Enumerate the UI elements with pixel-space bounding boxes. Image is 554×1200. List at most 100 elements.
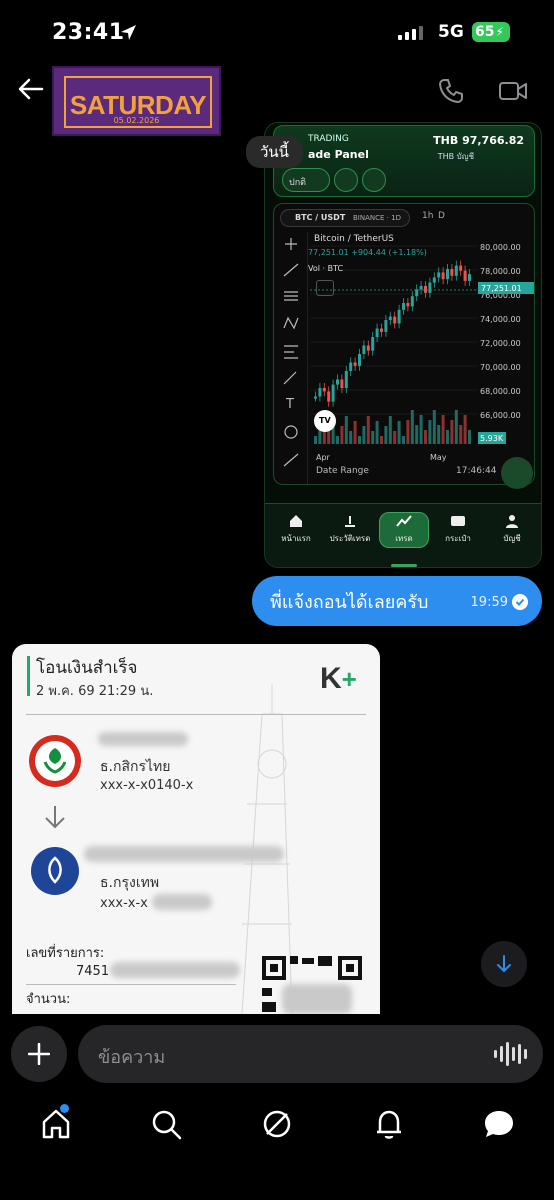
receiver-account: xxx-x-x — [100, 896, 148, 911]
back-arrow-icon[interactable] — [18, 78, 44, 100]
candle — [362, 345, 366, 354]
volume-bar — [371, 431, 375, 444]
chat-support-icon[interactable] — [501, 457, 533, 489]
volume-bar — [459, 425, 463, 444]
nav-account: บัญชี — [487, 514, 537, 545]
mode-button-label: ปกติ — [289, 178, 307, 188]
candle — [336, 379, 339, 385]
transfer-slip-image[interactable]: โอนเงินสำเร็จ 2 พ.ค. 69 21:29 น. K+ ธ.กส… — [12, 644, 380, 1014]
candle — [318, 388, 322, 397]
price-chart: BTC / USDT BINANCE · 1D 1h D T 80,000.00… — [273, 203, 535, 485]
scroll-to-bottom-button[interactable] — [481, 941, 527, 987]
volume-bar — [375, 421, 379, 444]
price-tick: 78,000.00 — [480, 267, 521, 276]
explore-tab-icon[interactable] — [259, 1106, 295, 1142]
nav-home: หน้าแรก — [271, 514, 321, 545]
volume-bar — [468, 430, 471, 444]
candle — [380, 328, 383, 332]
volume-bar — [402, 436, 405, 444]
candle — [384, 320, 388, 332]
volume-bar — [397, 421, 401, 444]
search-tab-icon[interactable] — [148, 1106, 184, 1142]
attach-button[interactable] — [11, 1026, 67, 1082]
volume-bar — [384, 426, 388, 444]
nav-wallet: กระเป๋า — [433, 514, 483, 545]
outgoing-message[interactable]: พี่แจ้งถอนได้เลยครับ 19:59 — [252, 576, 542, 626]
voice-message-icon[interactable] — [494, 1042, 527, 1066]
candlestick-chart: 80,000.0078,000.0076,000.0074,000.0072,0… — [310, 243, 534, 462]
messages-tab-icon[interactable] — [481, 1106, 517, 1142]
status-time: 23:41 — [52, 20, 125, 45]
volume-bar — [366, 416, 370, 444]
candle — [468, 274, 471, 281]
qr-code — [262, 956, 362, 1014]
drawing-tools: T — [274, 232, 308, 484]
arrow-down-icon — [497, 955, 511, 973]
volume-bar — [415, 425, 419, 444]
volume-tag-label: 5.93K — [480, 434, 504, 443]
signal-icon — [398, 26, 423, 40]
trading-screenshot-image[interactable]: TRADING ade Panel THB 97,766.82 THB บัญช… — [264, 122, 542, 568]
ref-label: เลขที่รายการ: — [26, 946, 105, 961]
candle — [388, 316, 392, 320]
candle — [349, 362, 353, 371]
candle — [463, 270, 467, 281]
candle — [353, 362, 357, 366]
time-tick: Apr — [316, 453, 331, 462]
volume-bar — [419, 415, 423, 444]
message-input[interactable]: ข้อความ — [78, 1025, 543, 1083]
price-tick: 72,000.00 — [480, 339, 521, 348]
volume-bar — [446, 430, 449, 444]
candle — [322, 388, 326, 392]
svg-text:T: T — [285, 397, 294, 412]
notifications-tab-icon[interactable] — [371, 1106, 407, 1142]
candle — [437, 272, 441, 278]
notification-dot — [60, 1104, 69, 1113]
sender-account: xxx-x-x0140-x — [100, 778, 194, 793]
video-call-icon[interactable] — [498, 80, 528, 102]
volume-bar — [314, 436, 317, 444]
price-tick: 80,000.00 — [480, 243, 521, 252]
read-check-icon — [512, 594, 528, 610]
location-arrow-icon — [121, 25, 136, 40]
price-tick: 68,000.00 — [480, 387, 521, 396]
volume-bar — [393, 431, 397, 444]
volume-bar — [454, 410, 458, 444]
volume-bar — [388, 416, 392, 444]
arrow-down-icon — [45, 806, 65, 829]
bangkok-bank-logo — [31, 847, 79, 895]
message-placeholder: ข้อความ — [98, 1047, 166, 1068]
ref-value: 7451 — [76, 964, 110, 979]
trade-panel-header: TRADING ade Panel THB 97,766.82 THB บัญช… — [273, 125, 535, 197]
candle — [441, 272, 445, 280]
volume-bar — [441, 415, 445, 444]
volume-bar — [362, 426, 366, 444]
volume-bar — [349, 431, 353, 444]
candle — [446, 269, 449, 280]
price-tick: 66,000.00 — [480, 411, 521, 420]
slip-title: โอนเงินสำเร็จ — [36, 658, 138, 678]
amount-label: จำนวน: — [26, 992, 71, 1007]
kasikorn-bank-logo — [29, 735, 81, 787]
candle — [419, 286, 423, 290]
contact-avatar-banner[interactable]: SATURDAY 05.02.2026 — [52, 66, 221, 136]
volume-bar — [358, 436, 361, 444]
price-tick: 74,000.00 — [480, 315, 521, 324]
candle — [428, 282, 432, 293]
phone-icon[interactable] — [438, 78, 464, 104]
price-tick: 70,000.00 — [480, 363, 521, 372]
battery-icon: 65 ⚡ — [472, 22, 510, 42]
volume-bar — [406, 420, 410, 444]
candle — [459, 265, 463, 271]
message-text: พี่แจ้งถอนได้เลยครับ — [270, 591, 429, 613]
candle — [366, 345, 370, 351]
kplus-logo: K+ — [320, 662, 357, 695]
volume-bar — [380, 436, 383, 444]
volume-bar — [410, 410, 414, 444]
home-tab-icon[interactable] — [38, 1106, 74, 1142]
volume-bar — [344, 416, 348, 444]
plus-icon — [28, 1043, 50, 1065]
date-separator-today: วันนี้ — [246, 136, 303, 168]
candle — [406, 303, 410, 307]
nav-history: ประวัติเทรด — [325, 514, 375, 545]
